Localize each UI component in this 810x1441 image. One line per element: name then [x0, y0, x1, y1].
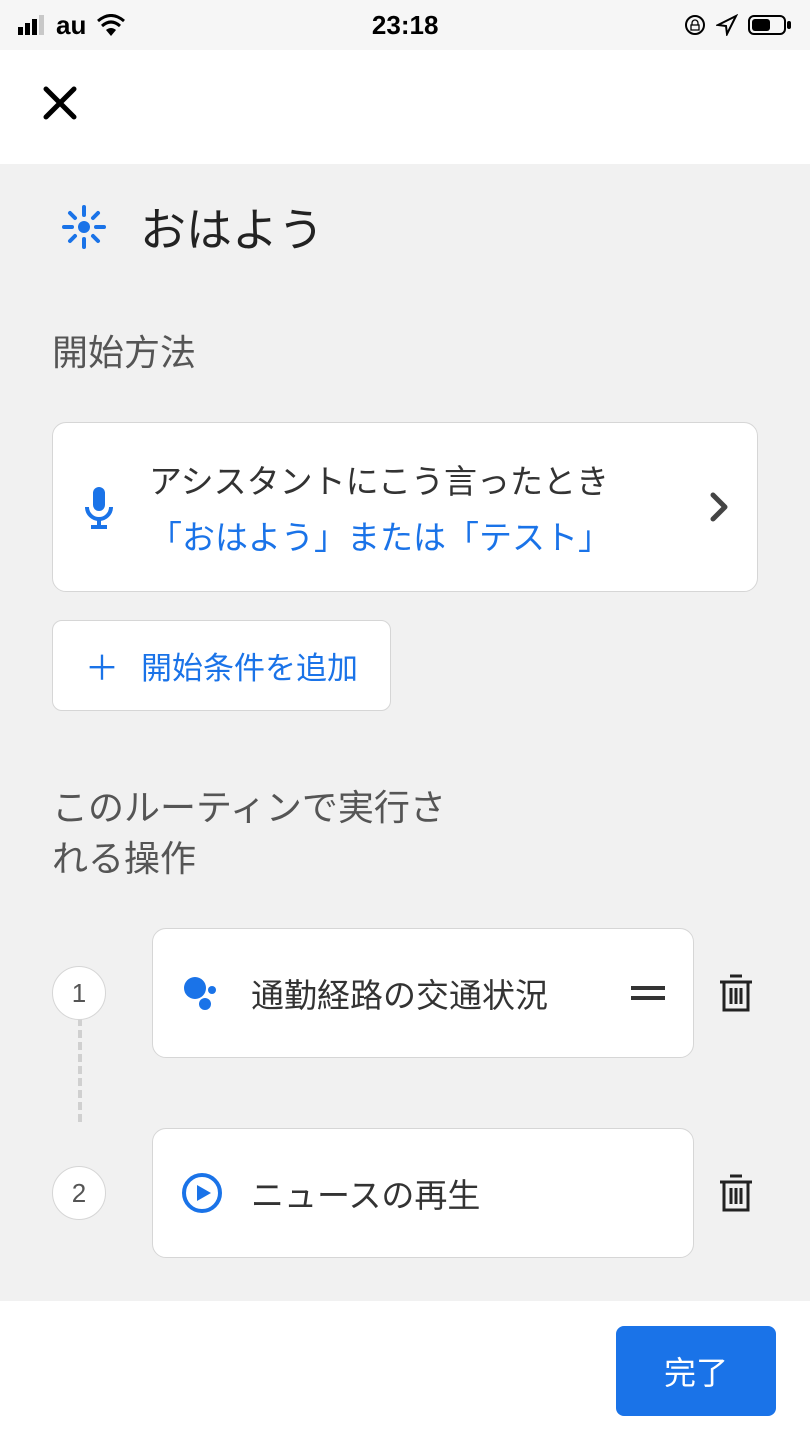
step-number-1: 1	[52, 966, 106, 1020]
status-left: au	[18, 10, 126, 41]
delete-action-1-button[interactable]	[714, 971, 758, 1015]
trash-icon	[718, 1172, 754, 1214]
step-number-2: 2	[52, 1166, 106, 1220]
close-icon	[40, 83, 80, 123]
play-icon	[181, 1172, 223, 1214]
action-card-2[interactable]: ニュースの再生	[152, 1128, 694, 1258]
battery-icon	[748, 14, 792, 36]
orientation-lock-icon	[684, 14, 706, 36]
sun-icon	[62, 205, 106, 249]
trigger-title: アシスタントにこう言ったとき	[149, 455, 677, 503]
wifi-icon	[96, 14, 126, 36]
routine-title-row: おはよう	[52, 194, 758, 260]
start-method-header: 開始方法	[52, 328, 452, 378]
add-start-condition-button[interactable]: ＋ 開始条件を追加	[52, 620, 391, 711]
actions-header: このルーティンで実行される操作	[52, 783, 452, 884]
mic-icon	[81, 483, 117, 531]
status-time: 23:18	[372, 10, 439, 41]
done-button[interactable]: 完了	[616, 1326, 776, 1416]
trash-icon	[718, 972, 754, 1014]
trigger-card[interactable]: アシスタントにこう言ったとき 「おはよう」または「テスト」	[52, 422, 758, 592]
trigger-body: アシスタントにこう言ったとき 「おはよう」または「テスト」	[149, 455, 677, 559]
action-label-1: 通勤経路の交通状況	[251, 969, 603, 1017]
status-bar: au 23:18	[0, 0, 810, 50]
signal-icon	[18, 15, 46, 35]
nav-bar	[0, 50, 810, 164]
actions-list: 1 通勤経路の交通状況	[52, 928, 758, 1301]
action-card-1[interactable]: 通勤経路の交通状況	[152, 928, 694, 1058]
content-area: おはよう 開始方法 アシスタントにこう言ったとき 「おはよう」または「テスト」 …	[0, 164, 810, 1301]
assistant-icon	[181, 972, 223, 1014]
plus-icon: ＋	[85, 641, 119, 690]
add-start-condition-label: 開始条件を追加	[141, 643, 358, 688]
trigger-subtitle: 「おはよう」または「テスト」	[149, 511, 677, 559]
location-icon	[716, 14, 738, 36]
close-button[interactable]	[40, 83, 80, 132]
drag-handle[interactable]	[631, 986, 665, 1000]
carrier-label: au	[56, 10, 86, 41]
bottom-bar: 完了	[0, 1301, 810, 1441]
action-label-2: ニュースの再生	[251, 1169, 665, 1217]
action-row-2: 2 ニュースの再生	[52, 1128, 758, 1258]
delete-action-2-button[interactable]	[714, 1171, 758, 1215]
chevron-right-icon	[709, 491, 729, 523]
action-row-1: 1 通勤経路の交通状況	[52, 928, 758, 1058]
status-right	[684, 14, 792, 36]
routine-title: おはよう	[140, 194, 324, 260]
